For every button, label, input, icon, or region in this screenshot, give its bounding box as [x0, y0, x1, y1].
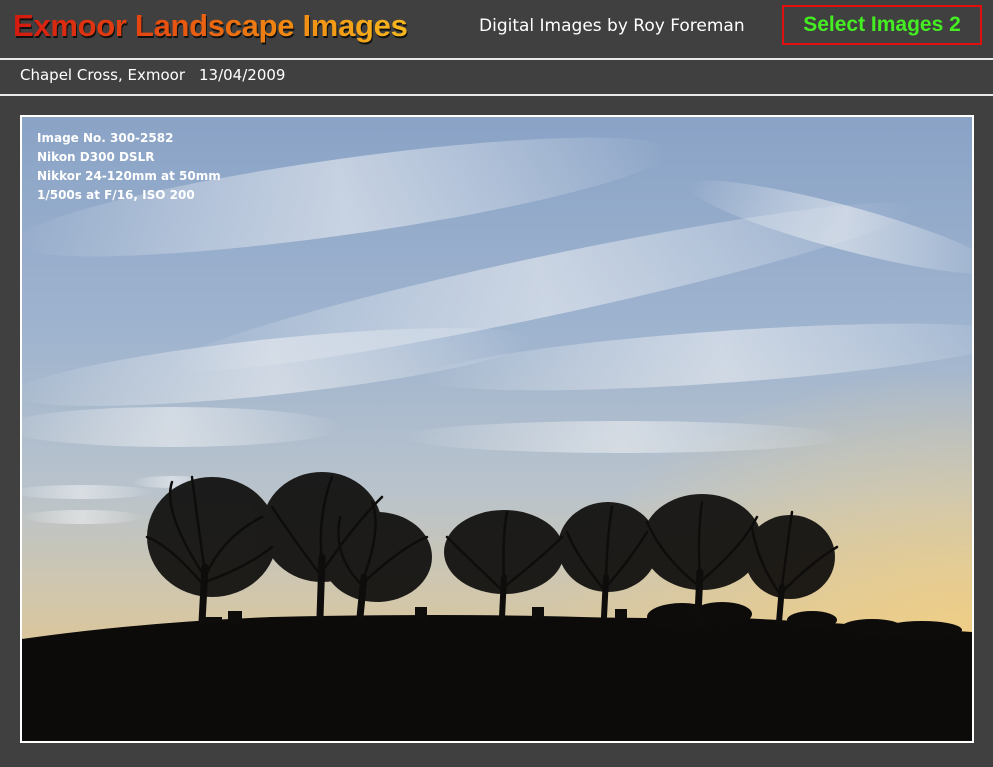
photo-exif-overlay: Image No. 300-2582 Nikon D300 DSLR Nikko… — [37, 129, 221, 205]
header: Exmoor Landscape Images Digital Images b… — [0, 0, 993, 58]
page: Exmoor Landscape Images Digital Images b… — [0, 0, 993, 767]
caption-date: 13/04/2009 — [199, 66, 286, 84]
exposure-info: 1/500s at F/16, ISO 200 — [37, 188, 195, 202]
lens-info: Nikkor 24-120mm at 50mm — [37, 169, 221, 183]
image-number: Image No. 300-2582 — [37, 131, 174, 145]
site-title[interactable]: Exmoor Landscape Images — [13, 8, 408, 44]
header-divider — [0, 58, 993, 60]
landscape-photo[interactable]: Image No. 300-2582 Nikon D300 DSLR Nikko… — [20, 115, 974, 743]
caption-location: Chapel Cross, Exmoor — [20, 66, 185, 84]
caption-divider — [0, 94, 993, 96]
select-images-button[interactable]: Select Images 2 — [782, 5, 982, 45]
photo-image — [22, 117, 972, 741]
camera-model: Nikon D300 DSLR — [37, 150, 155, 164]
image-caption: Chapel Cross, Exmoor 13/04/2009 — [20, 66, 285, 84]
byline: Digital Images by Roy Foreman — [479, 16, 745, 36]
